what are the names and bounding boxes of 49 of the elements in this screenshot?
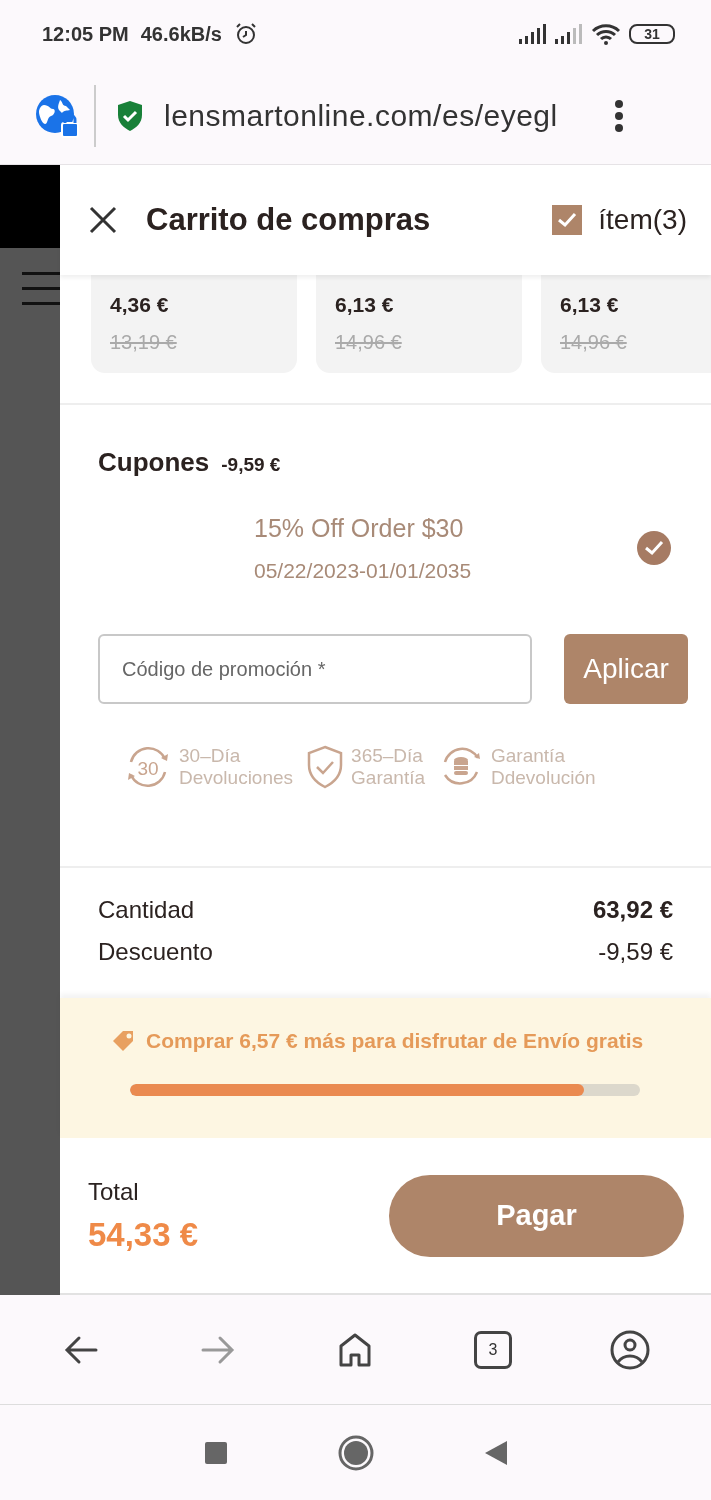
back-triangle-icon[interactable] xyxy=(483,1439,508,1466)
back-icon[interactable] xyxy=(63,1334,98,1365)
section-title: Cupones xyxy=(98,447,210,478)
check-icon xyxy=(557,212,578,228)
original-price: 14,96 € xyxy=(335,331,402,354)
url-text[interactable]: lensmartonline.com/es/eyegl xyxy=(164,99,614,133)
home-icon[interactable] xyxy=(338,1331,373,1368)
total-amount: 54,33 € xyxy=(88,1215,200,1254)
signal-icon xyxy=(519,24,547,44)
product-price: 6,13 € xyxy=(560,293,620,317)
check-icon xyxy=(644,540,664,556)
home-button-icon[interactable] xyxy=(337,1434,374,1471)
summary-label: Cantidad xyxy=(98,896,195,924)
guarantee-label: 365–Día Garantía xyxy=(351,745,425,789)
guarantee-label: 30–Día Devoluciones xyxy=(179,745,294,789)
cart-title: Carrito de compras xyxy=(146,202,432,238)
summary-value: -9,59 € xyxy=(598,938,673,966)
battery-icon: 31 xyxy=(629,24,675,44)
product-card[interactable]: 6,13 € 14,96 € xyxy=(541,275,711,373)
item-count: ítem(3) xyxy=(598,204,687,236)
guarantee-label: Garantía Ddevolución xyxy=(491,745,596,789)
shield-check-icon xyxy=(116,100,144,132)
product-price: 6,13 € xyxy=(335,293,395,317)
original-price: 13,19 € xyxy=(110,331,177,354)
coupon-radio[interactable] xyxy=(637,531,671,565)
summary-value: 63,92 € xyxy=(592,896,673,924)
promo-code-field[interactable]: Código de promoción * xyxy=(98,634,532,704)
network-speed: 46.6kB/s xyxy=(140,22,222,46)
signal-icon xyxy=(555,24,583,44)
globe-lock-icon[interactable] xyxy=(34,93,80,139)
summary-label: Descuento xyxy=(98,938,213,966)
tab-switcher-button[interactable]: 3 xyxy=(473,1330,512,1369)
select-all-checkbox[interactable] xyxy=(552,205,583,235)
menu-icon xyxy=(22,272,60,306)
wifi-icon xyxy=(591,23,621,45)
recents-icon[interactable] xyxy=(203,1440,228,1465)
original-price: 14,96 € xyxy=(560,331,627,354)
account-icon[interactable] xyxy=(610,1329,651,1370)
close-icon[interactable] xyxy=(88,205,118,235)
shipping-message: Comprar 6,57 € más para disfrutar de Envío gratis xyxy=(146,1029,644,1053)
coupon-name: 15% Off Order $30 xyxy=(254,513,465,543)
coupon-discount: -9,59 € xyxy=(221,454,281,476)
clock: 12:05 PM xyxy=(42,22,129,46)
more-menu-icon[interactable] xyxy=(614,99,624,133)
coupon-validity: 05/22/2023-01/01/2035 xyxy=(254,558,473,583)
product-card[interactable]: 6,13 € 14,96 € xyxy=(316,275,522,373)
product-price: 4,36 € xyxy=(110,293,170,317)
total-label: Total xyxy=(88,1177,140,1206)
product-card[interactable]: 4,36 € 13,19 € xyxy=(91,275,297,373)
